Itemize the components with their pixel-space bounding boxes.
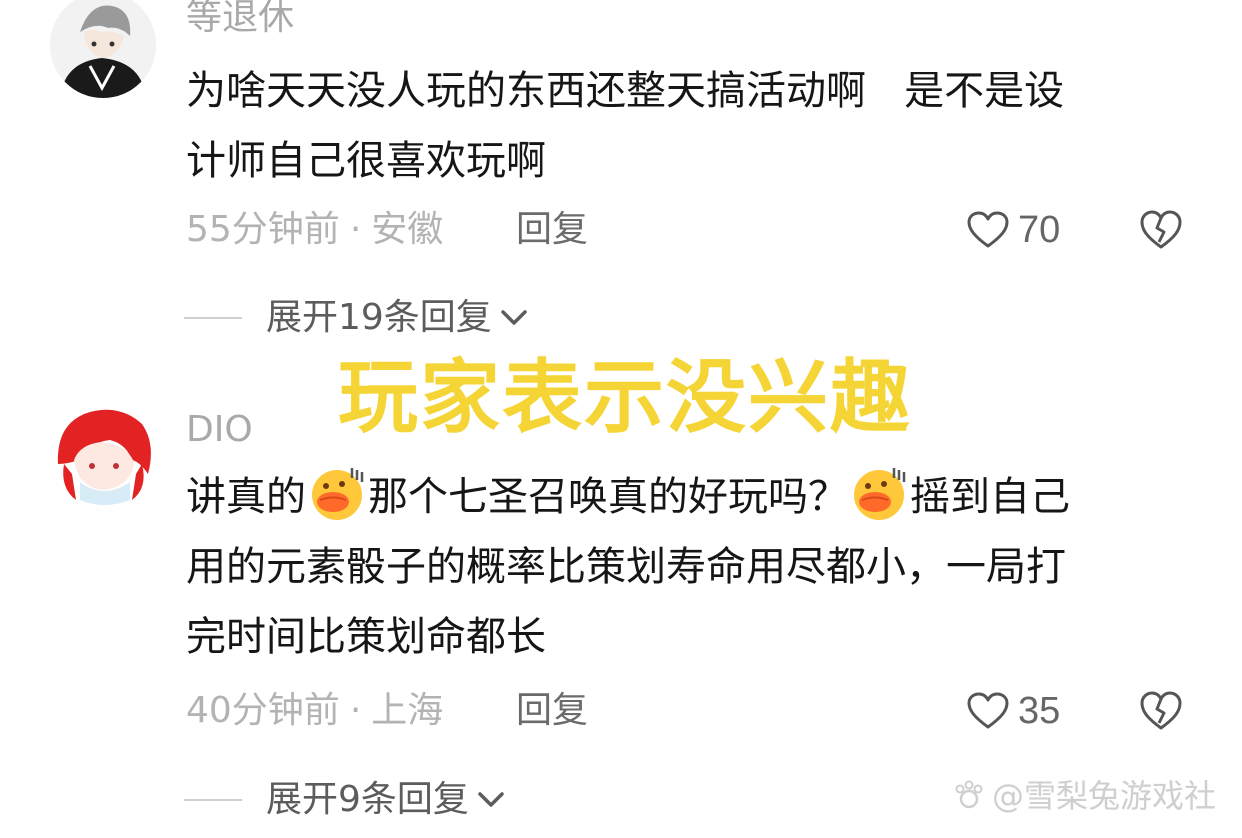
comment-item: DIO 讲真的 那个七圣召唤真的好玩吗？ 摇到自己 用的元素骰子的概率比策划寿命… bbox=[0, 400, 1242, 830]
dislike-button[interactable] bbox=[1138, 689, 1184, 733]
comment-text-line: 计师自己很喜欢玩啊 bbox=[186, 138, 546, 184]
comment-text-line: 用的元素骰子的概率比策划寿命用尽都小，一局打 bbox=[186, 544, 1066, 590]
expand-replies-label[interactable]: 展开19条回复 bbox=[266, 296, 492, 340]
watermark-text: @雪梨兔游戏社 bbox=[991, 777, 1216, 815]
avatar[interactable] bbox=[50, 0, 156, 98]
avatar-image bbox=[50, 0, 156, 98]
comment-meta: 40分钟前 · 上海 bbox=[186, 689, 443, 733]
reply-button[interactable]: 回复 bbox=[516, 208, 588, 252]
username[interactable]: DIO bbox=[186, 410, 253, 450]
comment-meta: 55分钟前 · 安徽 bbox=[186, 208, 443, 252]
comment-item: 等退休 为啥天天没人玩的东西还整天搞活动啊 是不是设 计师自己很喜欢玩啊 55分… bbox=[0, 0, 1242, 360]
location: 安徽 bbox=[371, 209, 444, 250]
comment-text: 为啥天天没人玩的东西还整天搞活动啊 是不是设 计师自己很喜欢玩啊 bbox=[186, 56, 1186, 196]
like-button[interactable]: 35 bbox=[966, 689, 1060, 733]
comment-text-segment: 讲真的 bbox=[186, 474, 306, 520]
comment-text-line: 完时间比策划命都长 bbox=[186, 614, 546, 660]
comment-text-line: 讲真的 那个七圣召唤真的好玩吗？ 摇到自己 bbox=[186, 462, 1186, 532]
timestamp: 55分钟前 bbox=[186, 209, 340, 250]
divider-line bbox=[184, 799, 242, 801]
avatar[interactable] bbox=[50, 404, 156, 510]
dislike-button[interactable] bbox=[1138, 208, 1184, 252]
expand-replies-label[interactable]: 展开9条回复 bbox=[266, 778, 469, 822]
paw-logo-icon bbox=[955, 780, 983, 809]
separator-dot: · bbox=[349, 690, 362, 731]
heart-icon bbox=[967, 211, 1009, 248]
like-button[interactable]: 70 bbox=[966, 208, 1060, 252]
comment-text-segment: 那个七圣召唤真的好玩吗？ bbox=[368, 474, 848, 520]
divider-line bbox=[184, 317, 242, 319]
comment-text-line: 为啥天天没人玩的东西还整天搞活动啊 是不是设 bbox=[186, 68, 1065, 114]
username[interactable]: 等退休 bbox=[186, 0, 294, 38]
like-count: 70 bbox=[1018, 209, 1061, 251]
separator-dot: · bbox=[349, 209, 362, 250]
broken-heart-icon bbox=[1140, 691, 1182, 730]
comment-text-segment: 摇到自己 bbox=[910, 474, 1070, 520]
chevron-down-icon bbox=[501, 310, 527, 325]
expand-replies[interactable]: 展开19条回复 bbox=[184, 296, 530, 340]
duck-face-emoji bbox=[312, 468, 364, 520]
watermark: @雪梨兔游戏社 bbox=[952, 776, 1216, 816]
heart-icon bbox=[967, 692, 1009, 729]
like-count: 35 bbox=[1018, 690, 1061, 732]
broken-heart-icon bbox=[1140, 210, 1182, 249]
expand-replies[interactable]: 展开9条回复 bbox=[184, 778, 507, 822]
avatar-image bbox=[50, 404, 156, 510]
comment-text: 讲真的 那个七圣召唤真的好玩吗？ 摇到自己 用的元素骰子的概率比策划寿命用尽都小… bbox=[186, 462, 1186, 672]
duck-face-emoji bbox=[854, 468, 906, 520]
reply-button[interactable]: 回复 bbox=[516, 689, 588, 733]
chevron-down-icon bbox=[478, 792, 504, 807]
timestamp: 40分钟前 bbox=[186, 690, 340, 731]
location: 上海 bbox=[371, 690, 444, 731]
